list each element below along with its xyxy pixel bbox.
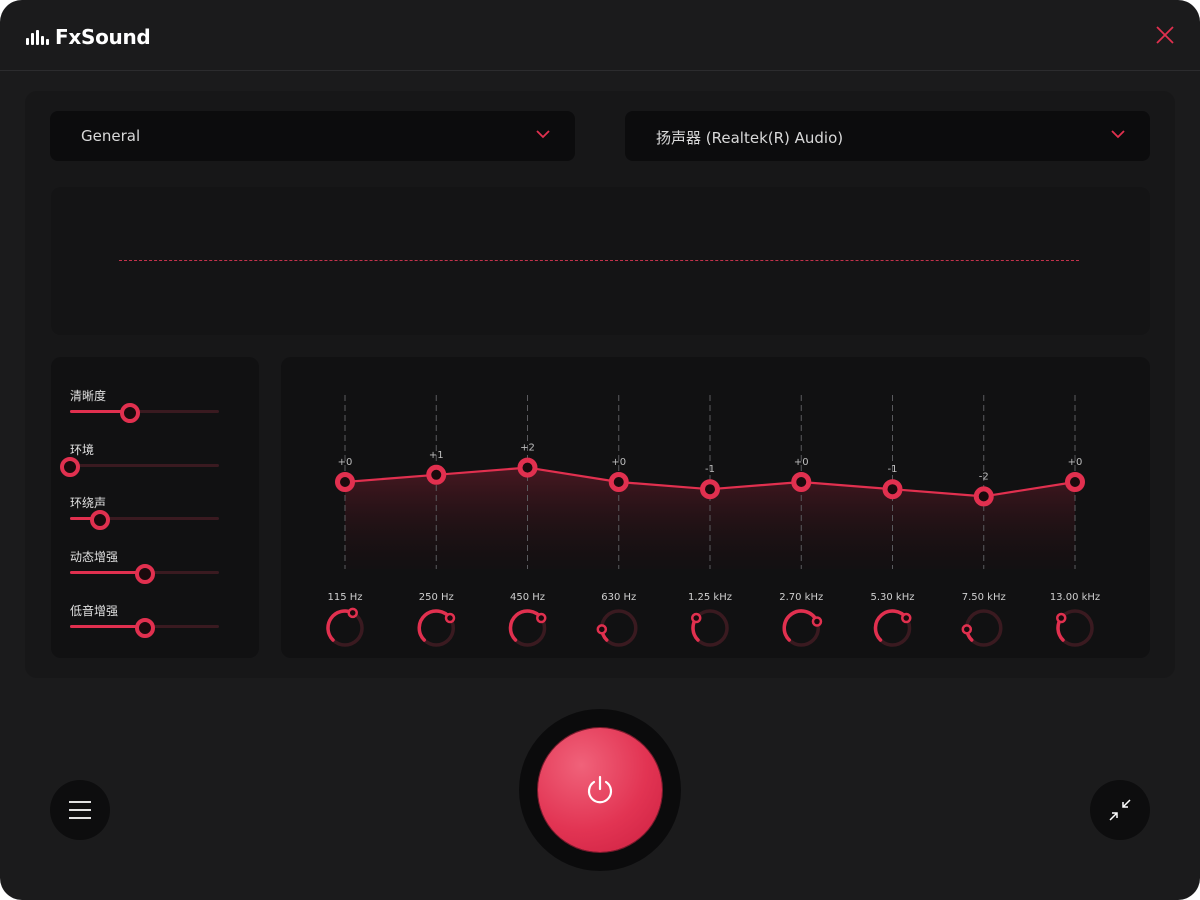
effect-label: 动态增强 <box>70 550 119 564</box>
effect-slider-thumb[interactable] <box>90 510 110 530</box>
eq-band-knob[interactable] <box>596 624 608 635</box>
preset-selected: General <box>81 127 141 145</box>
effect-label: 环境 <box>70 443 95 457</box>
eq-band-handle[interactable] <box>791 472 812 492</box>
eq-band-knob-arc <box>417 609 452 642</box>
eq-band-handle[interactable] <box>973 486 994 507</box>
power-button[interactable] <box>538 728 662 852</box>
eq-gain-label: -1 <box>888 464 898 475</box>
eq-gain-label: +2 <box>520 443 535 454</box>
output-device-dropdown[interactable]: 扬声器 (Realtek(R) Audio) <box>625 111 1150 161</box>
equalizer-graph: +0 115 Hz +1 250 Hz +2 450 Hz +0 630 Hz -1 1.25 k… <box>326 395 1100 647</box>
eq-gain-label: +0 <box>338 457 353 468</box>
effect-label: 低音增强 <box>70 604 119 618</box>
eq-band-knob[interactable] <box>690 612 702 624</box>
eq-band-knob-arc <box>782 609 819 642</box>
eq-gain-label: +1 <box>429 450 444 461</box>
device-selected: 扬声器 (Realtek(R) Audio) <box>656 129 844 147</box>
effect-slider-track[interactable] <box>70 464 219 467</box>
spectrum-visualizer <box>51 187 1150 335</box>
chevron-down-icon <box>1111 130 1125 139</box>
eq-band-handle[interactable] <box>1065 472 1085 492</box>
preset-dropdown[interactable]: General <box>50 111 575 161</box>
eq-band-knob[interactable] <box>811 616 823 627</box>
effect-slider-track[interactable] <box>70 410 219 413</box>
eq-band-frequency: 5.30 kHz <box>870 592 914 603</box>
eq-band-frequency: 450 Hz <box>510 592 545 603</box>
bars-logo-icon <box>26 29 49 45</box>
effect-slider-thumb[interactable] <box>135 618 155 638</box>
eq-band-frequency: 7.50 kHz <box>962 592 1006 603</box>
chevron-down-icon <box>536 130 550 139</box>
visualizer-baseline <box>119 260 1079 261</box>
menu-button[interactable] <box>50 780 110 840</box>
effect-slider-thumb[interactable] <box>135 564 155 584</box>
hamburger-menu-icon <box>69 801 91 819</box>
minimize-view-button[interactable] <box>1090 780 1150 840</box>
effect-surround: 环绕声 <box>70 494 220 534</box>
equalizer-panel: +0 115 Hz +1 250 Hz +2 450 Hz +0 630 Hz -1 1.25 k… <box>281 357 1150 658</box>
eq-gain-label: +0 <box>611 457 626 468</box>
effect-label: 环绕声 <box>70 496 107 510</box>
effect-clarity: 清晰度 <box>70 387 220 427</box>
eq-gain-label: +0 <box>1068 457 1083 468</box>
eq-band-knob-arc <box>873 609 909 642</box>
effect-ambience: 环境 <box>60 441 220 481</box>
eq-gain-label: +0 <box>794 457 809 468</box>
effect-label: 清晰度 <box>70 389 107 403</box>
effect-slider-fill <box>70 571 145 574</box>
close-icon <box>1156 26 1174 44</box>
effects-panel: 清晰度 环境 环绕声 动态增强 低音增强 <box>51 357 259 658</box>
effect-slider-fill <box>70 625 145 628</box>
eq-band-frequency: 630 Hz <box>601 592 636 603</box>
power-icon <box>587 775 613 804</box>
app-logo: FxSound <box>26 25 151 49</box>
effect-bass-boost: 低音增强 <box>70 602 220 642</box>
eq-band-frequency: 1.25 kHz <box>688 592 732 603</box>
eq-band-knob[interactable] <box>1055 612 1067 624</box>
eq-band-knob-arc <box>508 609 544 642</box>
fxsound-window: FxSound General 扬声器 (Realtek(R) Audio) 清… <box>0 0 1200 900</box>
eq-band-frequency: 250 Hz <box>419 592 454 603</box>
eq-band-knob[interactable] <box>901 612 912 624</box>
effect-dynamic-boost: 动态增强 <box>70 548 220 588</box>
eq-band-frequency: 115 Hz <box>327 592 362 603</box>
eq-band-handle[interactable] <box>882 479 903 500</box>
close-button[interactable] <box>1154 24 1176 46</box>
app-title: FxSound <box>55 25 151 49</box>
eq-band-frequency: 13.00 kHz <box>1050 592 1100 603</box>
eq-band-knob[interactable] <box>347 607 358 619</box>
eq-band-knob[interactable] <box>536 612 547 624</box>
eq-gain-label: -2 <box>979 471 989 482</box>
eq-gain-label: -1 <box>705 464 715 475</box>
eq-band-frequency: 2.70 kHz <box>779 592 823 603</box>
title-bar: FxSound <box>0 0 1200 71</box>
eq-band-handle[interactable] <box>700 479 720 500</box>
eq-band-knob[interactable] <box>444 612 456 624</box>
eq-band-handle[interactable] <box>335 472 355 492</box>
eq-band-knob[interactable] <box>961 624 973 635</box>
collapse-arrows-icon <box>1109 799 1131 821</box>
eq-band-handle[interactable] <box>426 464 447 485</box>
effect-slider-thumb[interactable] <box>60 457 80 477</box>
eq-band-handle[interactable] <box>517 457 538 478</box>
eq-band-handle[interactable] <box>608 472 629 492</box>
effect-slider-thumb[interactable] <box>120 403 140 423</box>
